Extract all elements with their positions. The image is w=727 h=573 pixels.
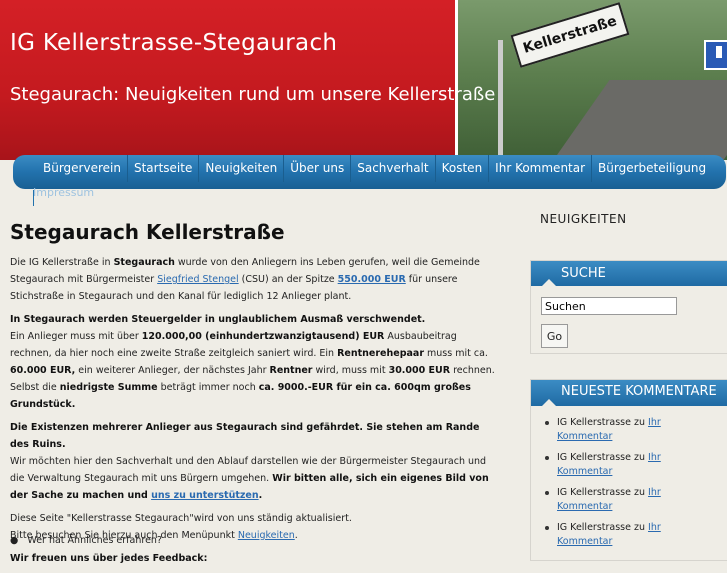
comment-connector: zu — [630, 417, 649, 428]
nav-item-sachverhalt[interactable]: Sachverhalt — [351, 155, 436, 182]
nav-item-kosten[interactable]: Kosten — [436, 155, 490, 182]
comment-post-link-text: Kommentar — [557, 536, 613, 547]
intro-paragraph: Die IG Kellerstraße in Stegaurach wurde … — [10, 254, 500, 305]
bold-text: . — [258, 490, 263, 501]
road-shape — [546, 80, 727, 160]
sidebar: NEUIGKEITEN SUCHE Go NEUESTE KOMMENTARE … — [530, 212, 727, 561]
nav-item-impressum[interactable]: Impressum — [33, 186, 94, 199]
search-input[interactable] — [541, 297, 677, 315]
comment-connector: zu — [630, 487, 649, 498]
list-item-text: Wer hat Ähnliches erfahren? — [27, 535, 162, 546]
comment-post-link-text: Ihr — [648, 487, 661, 498]
search-widget-title: SUCHE — [531, 261, 727, 287]
news-link[interactable]: Neuigkeiten — [238, 530, 295, 541]
comments-widget-title: NEUESTE KOMMENTARE — [531, 380, 727, 407]
site-title[interactable]: IG Kellerstrasse-Stegaurach — [10, 30, 337, 56]
comment-post-link-text: Ihr — [648, 522, 661, 533]
comment-post-link-text: Ihr — [648, 417, 661, 428]
comment-author: IG Kellerstrasse — [557, 452, 631, 463]
bold-text: Rentnerehepaar — [337, 348, 425, 359]
nav-item-ihr-kommentar[interactable]: Ihr Kommentar — [489, 155, 593, 182]
sign-pole — [498, 40, 503, 160]
comment-post-link-text: Ihr — [648, 452, 661, 463]
text: ein weiterer Anlieger, der nächstes Jahr — [75, 365, 270, 376]
nav-item-startseite[interactable]: Startseite — [128, 155, 200, 182]
street-sign: Kellerstraße — [510, 2, 630, 68]
text: beträgt immer noch — [157, 382, 259, 393]
comment-post-link-text: Kommentar — [557, 431, 613, 442]
bold-text: Rentner — [269, 365, 313, 376]
bold-text: In Stegaurach werden Steuergelder in ung… — [10, 314, 426, 325]
dead-end-sign-icon — [704, 40, 727, 70]
text: Diese Seite "Kellerstrasse Stegaurach"wi… — [10, 513, 352, 524]
site-header: IG Kellerstrasse-Stegaurach Stegaurach: … — [0, 0, 727, 160]
text: (CSU) an der Spitze — [238, 274, 338, 285]
costs-paragraph: In Stegaurach werden Steuergelder in ung… — [10, 311, 500, 413]
bold-text: 60.000 EUR, — [10, 365, 76, 376]
bold-text: Stegaurach — [113, 257, 175, 268]
text: Die IG Kellerstraße in — [10, 257, 114, 268]
comment-list-item: IG Kellerstrasse zu Ihr Kommentar — [531, 486, 727, 514]
comment-list-item: IG Kellerstrasse zu Ihr Kommentar — [531, 451, 727, 479]
nav-item-buergerbeteiligung[interactable]: Bürgerbeteiligung — [592, 155, 712, 182]
bold-text: 120.000,00 (einhundertzwanzigtausend) EU… — [141, 331, 385, 342]
search-go-button[interactable]: Go — [541, 324, 568, 348]
bold-text: Die Existenzen mehrerer Anlieger aus Ste… — [10, 422, 480, 450]
sidebar-news-heading: NEUIGKEITEN — [540, 212, 627, 226]
text: . — [294, 530, 298, 541]
feedback-heading: Wir freuen uns über jedes Feedback: — [10, 550, 500, 567]
support-link[interactable]: uns zu unterstützen — [151, 490, 259, 501]
existence-paragraph: Die Existenzen mehrerer Anlieger aus Ste… — [10, 419, 500, 504]
list-item: ● Wer hat Ähnliches erfahren? — [10, 535, 162, 546]
site-description: Stegaurach: Neuigkeiten rund um unsere K… — [10, 84, 496, 105]
bold-text: Wir freuen uns über jedes Feedback: — [10, 553, 208, 564]
comment-connector: zu — [630, 452, 649, 463]
page-title: Stegaurach Kellerstraße — [10, 220, 285, 244]
search-widget: SUCHE Go — [530, 260, 727, 354]
comment-post-link-text: Kommentar — [557, 501, 613, 512]
comment-connector: zu — [630, 522, 649, 533]
main-content: Stegaurach Kellerstraße Die IG Kellerstr… — [10, 220, 500, 573]
comments-widget: NEUESTE KOMMENTARE IG Kellerstrasse zu I… — [530, 379, 727, 561]
nav-item-neuigkeiten[interactable]: Neuigkeiten — [199, 155, 285, 182]
nav-item-ueber-uns[interactable]: Über uns — [284, 155, 352, 182]
comment-author: IG Kellerstrasse — [557, 417, 631, 428]
text: Ein Anlieger muss mit über — [10, 331, 142, 342]
nav-item-buergerverein[interactable]: Bürgerverein — [37, 155, 128, 182]
text: wird, muss mit — [312, 365, 389, 376]
bold-text: niedrigste Summe — [59, 382, 158, 393]
mayor-link[interactable]: Siegfried Stengel — [157, 274, 238, 285]
comment-list-item: IG Kellerstrasse zu Ihr Kommentar — [531, 416, 727, 444]
text: muss mit ca. — [424, 348, 488, 359]
comment-list: IG Kellerstrasse zu Ihr Kommentar IG Kelle… — [531, 406, 727, 549]
header-photo: Kellerstraße — [455, 0, 727, 160]
comment-author: IG Kellerstrasse — [557, 522, 631, 533]
comment-post-link-text: Kommentar — [557, 466, 613, 477]
main-navigation: Bürgerverein Startseite Neuigkeiten Über… — [13, 155, 726, 189]
comment-author: IG Kellerstrasse — [557, 487, 631, 498]
bold-text: 30.000 EUR — [388, 365, 451, 376]
cost-link[interactable]: 550.000 EUR — [338, 274, 406, 285]
